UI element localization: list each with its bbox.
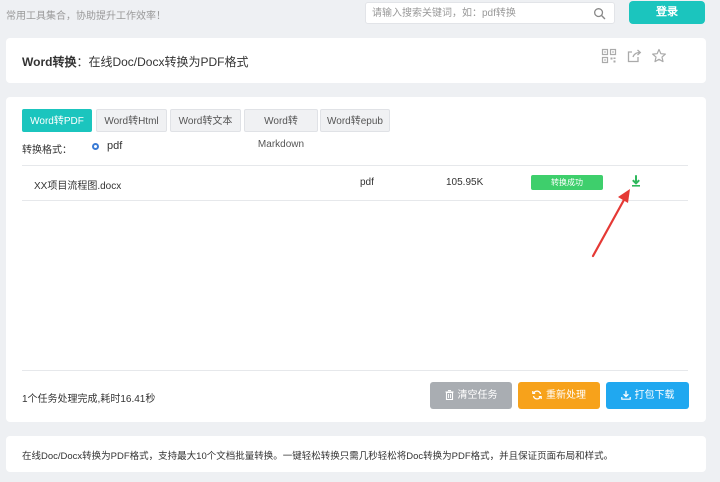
- info-card: 在线Doc/Docx转换为PDF格式，支持最大10个文档批量转换。一键轻松转换只…: [6, 436, 706, 472]
- reprocess-label: 重新处理: [546, 390, 586, 401]
- qrcode-icon[interactable]: [601, 48, 617, 64]
- tab-word-to-markdown[interactable]: Word转Markdown: [244, 109, 318, 150]
- star-icon[interactable]: [651, 48, 667, 64]
- page-title-rest: ：在线Doc/Docx转换为PDF格式: [76, 55, 249, 69]
- table-row: XX项目流程图.docx pdf 105.95K 转换成功: [22, 167, 688, 199]
- tab-word-to-epub[interactable]: Word转epub: [320, 109, 390, 132]
- trash-icon: [445, 390, 453, 400]
- reprocess-button[interactable]: 重新处理: [518, 382, 600, 409]
- clear-tasks-button[interactable]: 清空任务: [430, 382, 512, 409]
- converter-panel: Word转PDF Word转Html Word转文本 Word转Markdown…: [6, 97, 706, 422]
- title-card: Word转换：在线Doc/Docx转换为PDF格式: [6, 38, 706, 83]
- download-icon[interactable]: [629, 174, 643, 188]
- format-option-label: pdf: [107, 140, 123, 152]
- divider: [22, 165, 688, 166]
- tab-word-to-pdf[interactable]: Word转PDF: [22, 109, 92, 132]
- search-icon[interactable]: [593, 7, 606, 20]
- clear-tasks-label: 清空任务: [457, 390, 498, 401]
- status-badge: 转换成功: [531, 175, 603, 190]
- task-status-text: 1个任务处理完成,耗时16.41秒: [22, 394, 156, 405]
- page-title-bold: Word转换: [22, 55, 77, 69]
- search-input[interactable]: [372, 5, 588, 21]
- download-icon: [620, 390, 631, 400]
- site-tagline: 常用工具集合，协助提升工作效率！: [6, 11, 166, 22]
- refresh-icon: [532, 390, 542, 400]
- tab-word-to-html[interactable]: Word转Html: [96, 109, 167, 132]
- file-type: pdf: [360, 177, 374, 188]
- file-name: XX项目流程图.docx: [34, 181, 122, 192]
- format-radio-pdf[interactable]: [92, 143, 99, 150]
- login-button[interactable]: 登录: [629, 1, 705, 24]
- top-bar: 常用工具集合，协助提升工作效率！ 登录: [0, 0, 720, 28]
- tab-word-to-text[interactable]: Word转文本: [170, 109, 241, 132]
- download-all-label: 打包下载: [634, 390, 675, 401]
- file-size: 105.95K: [446, 177, 484, 188]
- share-icon[interactable]: [626, 48, 642, 64]
- format-label: 转换格式：: [22, 145, 72, 156]
- page-title: Word转换：在线Doc/Docx转换为PDF格式: [22, 53, 248, 70]
- search-box[interactable]: [365, 2, 615, 24]
- info-description: 在线Doc/Docx转换为PDF格式，支持最大10个文档批量转换。一键轻松转换只…: [22, 451, 614, 462]
- divider: [22, 370, 688, 371]
- divider: [22, 200, 688, 201]
- download-all-button[interactable]: 打包下载: [606, 382, 689, 409]
